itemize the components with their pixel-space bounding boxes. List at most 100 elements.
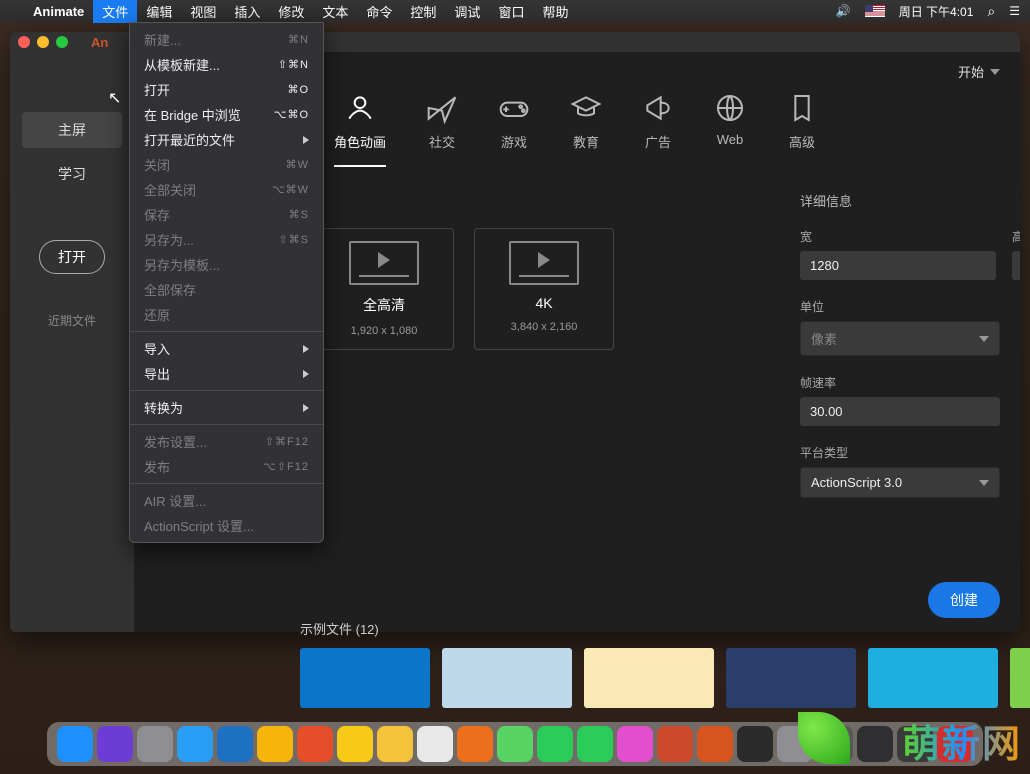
minimize-window-icon[interactable] [37,36,49,48]
menu-item: 另存为模板... [130,252,323,277]
menu-item: 保存⌘S [130,202,323,227]
menu-item[interactable]: 从模板新建...⇧⌘N [130,52,323,77]
volume-icon[interactable]: 🔊 [836,4,851,18]
sidebar-home[interactable]: 主屏 [22,112,121,148]
maximize-window-icon[interactable] [56,36,68,48]
platform-select[interactable]: ActionScript 3.0 [800,467,1000,498]
cat-web[interactable]: Web [714,92,746,167]
menubar-debug[interactable]: 调试 [445,0,489,23]
chevron-down-icon [979,480,989,486]
dock-app-1[interactable] [97,726,133,762]
dock-app-6[interactable] [297,726,333,762]
preset-thumb-icon [509,241,579,285]
platform-label: 平台类型 [800,444,1000,461]
dock-app-9[interactable] [417,726,453,762]
preset-card[interactable]: 全高清 1,920 x 1,080 [314,228,454,350]
menubar-insert[interactable]: 插入 [225,0,269,23]
menubar-file[interactable]: 文件 [93,0,137,23]
units-select[interactable]: 像素 [800,321,1000,356]
menubar-view[interactable]: 视图 [181,0,225,23]
sidebar: 主屏 学习 打开 近期文件 [10,52,134,632]
menu-item[interactable]: 打开⌘O [130,77,323,102]
dock-app-11[interactable] [497,726,533,762]
input-source-icon[interactable] [865,5,885,17]
submenu-arrow-icon [303,404,309,412]
dock-app-13[interactable] [577,726,613,762]
sidebar-learn[interactable]: 学习 [22,156,121,192]
samples-title: 示例文件 (12) [300,619,1030,638]
dock-app-8[interactable] [377,726,413,762]
menubar-window[interactable]: 窗口 [489,0,533,23]
details-title: 详细信息 [800,191,1000,210]
start-dropdown[interactable]: 开始 [948,56,1010,87]
dock-app-12[interactable] [537,726,573,762]
sample-1[interactable] [300,648,430,708]
menu-item: 发布设置...⇧⌘F12 [130,429,323,454]
cat-advanced[interactable]: 高级 [786,92,818,167]
open-button[interactable]: 打开 [39,240,105,274]
menubar-help[interactable]: 帮助 [533,0,577,23]
sample-5[interactable] [868,648,998,708]
cat-character[interactable]: 角色动画 [334,92,386,167]
menubar-edit[interactable]: 编辑 [137,0,181,23]
cat-ads[interactable]: 广告 [642,92,674,167]
chevron-down-icon [979,336,989,342]
details-panel: 详细信息 宽 高 单位像素 帧速率 平台类型ActionScript 3.0 [780,167,1020,522]
menu-item: ActionScript 设置... [130,513,323,538]
height-input[interactable] [1012,251,1020,280]
dock-app-15[interactable] [657,726,693,762]
menubar-app[interactable]: Animate [24,2,93,21]
menu-item[interactable]: 导出 [130,361,323,386]
menu-item: 关闭⌘W [130,152,323,177]
menu-item: 全部保存 [130,277,323,302]
dock-app-3[interactable] [177,726,213,762]
dock-app-5[interactable] [257,726,293,762]
sample-3[interactable] [584,648,714,708]
sample-2[interactable] [442,648,572,708]
preset-thumb-icon [349,241,419,285]
menubar-control[interactable]: 控制 [401,0,445,23]
spotlight-icon[interactable]: ⌕ [987,3,995,20]
width-label: 宽 [800,228,996,245]
menu-item[interactable]: 转换为 [130,395,323,420]
menubar-datetime[interactable]: 周日 下午4:01 [899,3,974,20]
menu-item[interactable]: 导入 [130,336,323,361]
cat-education[interactable]: 教育 [570,92,602,167]
dock-app-20[interactable] [857,726,893,762]
menu-item: 另存为...⇧⌘S [130,227,323,252]
cat-game[interactable]: 游戏 [498,92,530,167]
close-window-icon[interactable] [18,36,30,48]
menu-item[interactable]: 在 Bridge 中浏览⌥⌘O [130,102,323,127]
samples-row [300,648,1030,708]
dock-app-0[interactable] [57,726,93,762]
preset-dimensions: 1,920 x 1,080 [351,325,418,337]
width-input[interactable] [800,251,996,280]
dock-app-17[interactable] [737,726,773,762]
preset-name: 全高清 [363,295,405,315]
fps-label: 帧速率 [800,374,1000,391]
height-label: 高 [1012,228,1020,245]
sample-4[interactable] [726,648,856,708]
menu-item: 发布⌥⇧F12 [130,454,323,479]
dock-app-10[interactable] [457,726,493,762]
cat-social[interactable]: 社交 [426,92,458,167]
dock-app-2[interactable] [137,726,173,762]
samples-section: 示例文件 (12) [300,619,1030,708]
fps-input[interactable] [800,397,1000,426]
dock-app-14[interactable] [617,726,653,762]
menubar-text[interactable]: 文本 [313,0,357,23]
submenu-arrow-icon [303,345,309,353]
menu-item[interactable]: 打开最近的文件 [130,127,323,152]
menubar-modify[interactable]: 修改 [269,0,313,23]
preset-card[interactable]: 4K3,840 x 2,160 [474,228,614,350]
create-button[interactable]: 创建 [928,582,1000,618]
dock-app-16[interactable] [697,726,733,762]
dock-app-4[interactable] [217,726,253,762]
menubar-command[interactable]: 命令 [357,0,401,23]
menu-icon[interactable]: ☰ [1009,4,1020,18]
menu-item: AIR 设置... [130,488,323,513]
sample-6[interactable] [1010,648,1030,708]
file-menu: 新建...⌘N从模板新建...⇧⌘N打开⌘O在 Bridge 中浏览⌥⌘O打开最… [129,22,324,543]
submenu-arrow-icon [303,136,309,144]
dock-app-7[interactable] [337,726,373,762]
